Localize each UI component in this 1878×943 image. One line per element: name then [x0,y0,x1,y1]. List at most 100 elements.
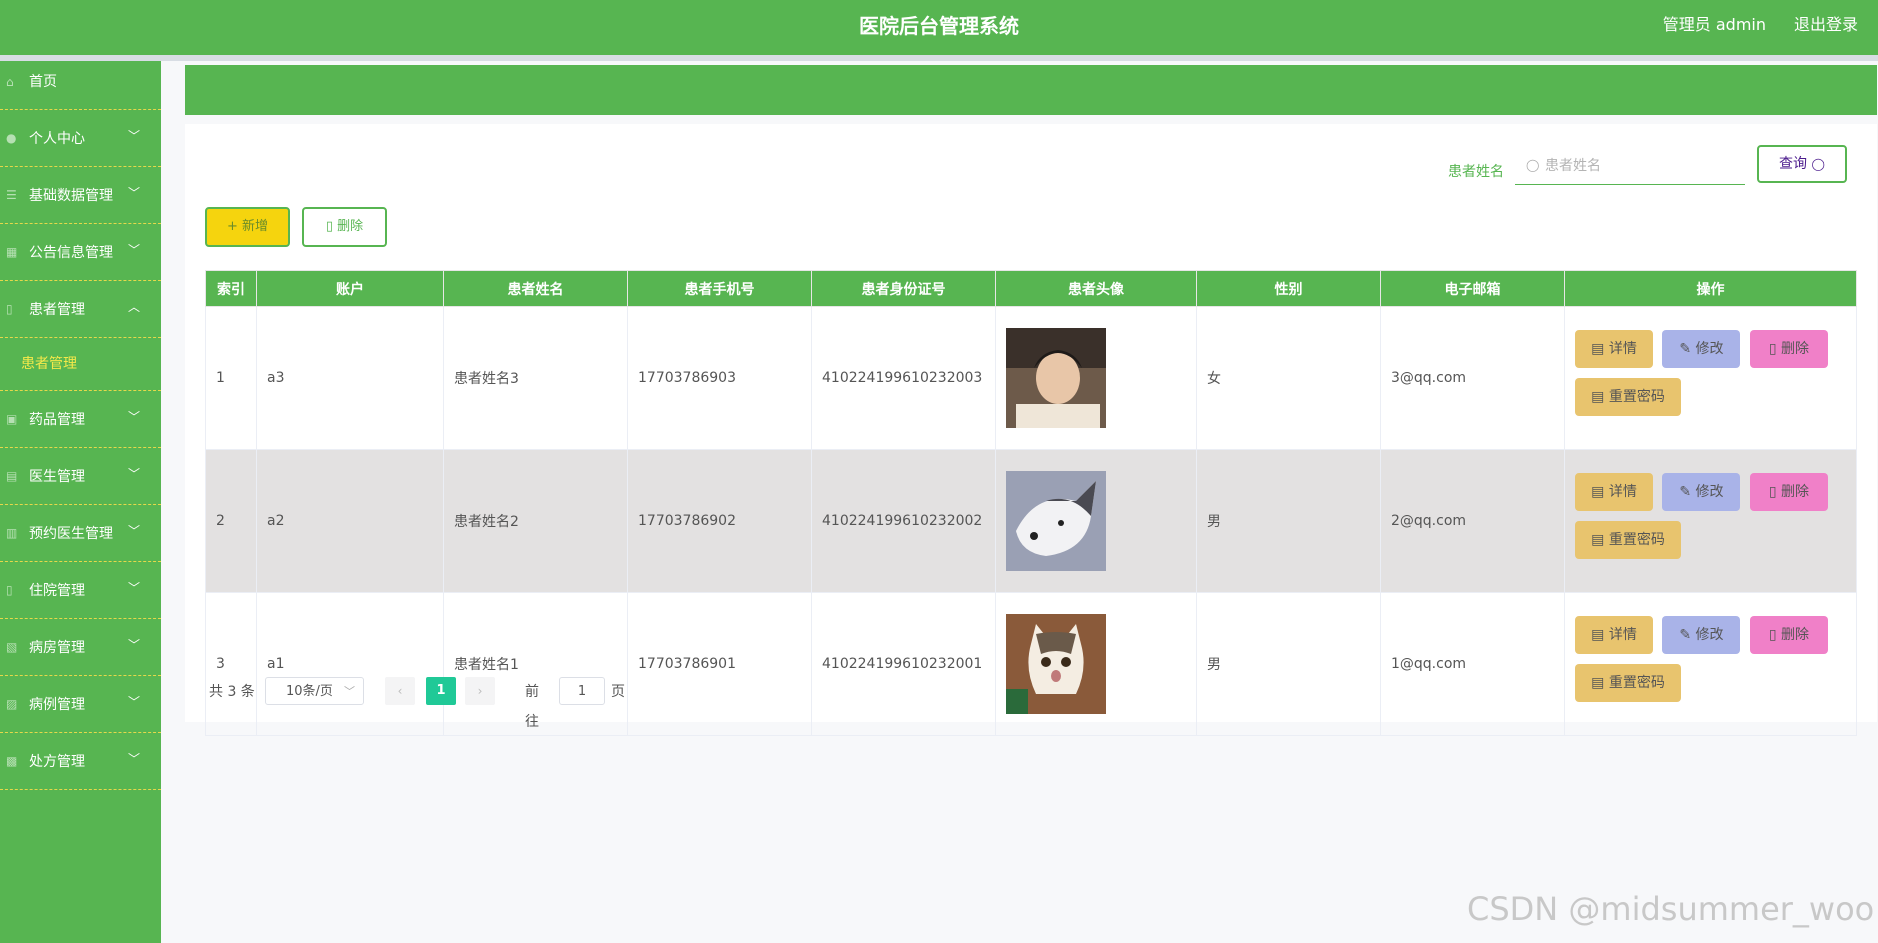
reset-password-button[interactable]: ▤ 重置密码 [1575,378,1681,416]
delete-label: 删除 [1780,341,1809,357]
column-header-phone: 患者手机号 [627,270,812,307]
reset-password-button[interactable]: ▤ 重置密码 [1575,521,1681,559]
medicine-icon: ▣ [6,412,18,426]
column-header-avatar: 患者头像 [995,270,1197,307]
current-page-button[interactable]: 1 [426,677,456,705]
sidebar-item-label: 公告信息管理 [29,245,113,261]
document-icon: ▤ [1591,675,1605,691]
goto-label: 前往 [525,684,539,730]
chevron-down-icon: ﹀ [344,685,355,698]
sidebar-item-hospitalization[interactable]: ▯ 住院管理 ﹀ [0,562,161,619]
chevron-down-icon: ﹀ [128,524,141,538]
cell-gender: 女 [1196,306,1381,450]
user-icon: ● [6,131,17,145]
sidebar-item-case[interactable]: ▨ 病例管理 ﹀ [0,676,161,733]
sidebar-item-notice[interactable]: ▦ 公告信息管理 ﹀ [0,224,161,281]
delete-label: 删除 [1780,484,1809,500]
sidebar-item-label: 首页 [29,74,57,90]
cell-email: 3@qq.com [1380,306,1565,450]
main-panel: 患者姓名 ◯ 查询 ◯ + 新增 ▯ 删除 索引 账户 患者姓名 患者手机号 患… [185,124,1877,736]
next-page-button[interactable]: › [465,677,495,705]
page-title: 医院后台管理系统 [859,14,1019,38]
delete-button[interactable]: ▯ 删除 [1749,473,1828,511]
cell-phone: 17703786902 [627,449,812,593]
sidebar-subitem-patient-management[interactable]: 患者管理 [0,338,161,391]
add-button[interactable]: + 新增 [205,207,290,247]
sidebar-item-ward[interactable]: ▧ 病房管理 ﹀ [0,619,161,676]
prescription-icon: ▩ [6,754,18,768]
column-header-account: 账户 [256,270,444,307]
delete-button[interactable]: ▯ 删除 [1749,330,1828,368]
edit-button[interactable]: ✎ 修改 [1662,473,1741,511]
detail-label: 详情 [1608,484,1637,500]
search-input[interactable] [1543,146,1742,186]
sidebar-item-label: 药品管理 [29,412,85,428]
table-row: 2 a2 患者姓名2 17703786902 41022419961023200… [205,449,1857,593]
reset-password-button[interactable]: ▤ 重置密码 [1575,664,1681,702]
column-header-email: 电子邮箱 [1380,270,1565,307]
cell-avatar [995,306,1197,450]
cell-gender: 男 [1196,592,1381,736]
sidebar: ⌂ 首页 ● 个人中心 ﹀ ☰ 基础数据管理 ﹀ ▦ 公告信息管理 ﹀ ▯ 患者… [0,61,161,943]
cell-name: 患者姓名3 [443,306,628,450]
cat-photo [1006,614,1106,714]
table-row: 3 a1 患者姓名1 17703786901 41022419961023200… [205,592,1857,736]
cell-ops: ▤ 详情 ✎ 修改 ▯ 删除 ▤ 重置密码 [1564,449,1857,593]
document-icon: ▤ [1591,341,1605,357]
detail-button[interactable]: ▤ 详情 [1575,473,1653,511]
sidebar-item-home[interactable]: ⌂ 首页 [0,61,161,110]
document-icon: ▤ [1591,532,1605,548]
page-size-select[interactable]: 10条/页 ﹀ [265,677,364,705]
edit-button[interactable]: ✎ 修改 [1662,616,1741,654]
sidebar-item-basic-data[interactable]: ☰ 基础数据管理 ﹀ [0,167,161,224]
sidebar-item-label: 住院管理 [29,583,85,599]
trash-icon: ▯ [325,219,333,234]
current-user: 管理员 admin [1662,15,1766,34]
cell-idcard: 410224199610232001 [811,592,996,736]
sidebar-item-personal-center[interactable]: ● 个人中心 ﹀ [0,110,161,167]
chevron-down-icon: ﹀ [128,243,141,257]
chevron-up-icon: ︿ [128,300,141,314]
chevron-down-icon: ﹀ [128,186,141,200]
calendar-icon: ▥ [6,526,18,540]
sidebar-item-label: 个人中心 [29,131,85,147]
pencil-icon: ✎ [1679,341,1692,357]
add-button-label: 新增 [242,219,269,234]
plus-icon: + [226,219,238,234]
logout-button[interactable]: 退出登录 [1794,0,1858,50]
chevron-down-icon: ﹀ [128,695,141,709]
batch-delete-button[interactable]: ▯ 删除 [302,207,387,247]
pagination-total: 共 3 条 [209,684,255,700]
query-button[interactable]: 查询 ◯ [1757,145,1847,183]
sidebar-item-appointment[interactable]: ▥ 预约医生管理 ﹀ [0,505,161,562]
sidebar-subitem-label: 患者管理 [21,356,77,372]
reset-label: 重置密码 [1608,389,1665,405]
sidebar-item-prescription[interactable]: ▩ 处方管理 ﹀ [0,733,161,790]
young-man-photo [1006,328,1106,428]
bed-icon: ▯ [6,583,13,597]
sidebar-item-patient[interactable]: ▯ 患者管理 ︿ [0,281,161,338]
sidebar-item-doctor[interactable]: ▤ 医生管理 ﹀ [0,448,161,505]
page-unit-label: 页 [611,684,625,700]
cell-email: 2@qq.com [1380,449,1565,593]
prev-page-button[interactable]: ‹ [385,677,415,705]
sidebar-item-label: 预约医生管理 [29,526,113,542]
doctor-icon: ▤ [6,469,18,483]
header-divider [0,55,1878,61]
column-header-index: 索引 [205,270,257,307]
edit-button[interactable]: ✎ 修改 [1662,330,1741,368]
sidebar-item-medicine[interactable]: ▣ 药品管理 ﹀ [0,391,161,448]
goto-page-input[interactable]: 1 [559,677,605,705]
content-banner [185,65,1877,115]
husky-dog-photo [1006,471,1106,571]
detail-button[interactable]: ▤ 详情 [1575,330,1653,368]
delete-button[interactable]: ▯ 删除 [1749,616,1828,654]
column-header-ops: 操作 [1564,270,1857,307]
detail-button[interactable]: ▤ 详情 [1575,616,1653,654]
search-icon: ◯ [1811,157,1825,171]
cell-ops: ▤ 详情 ✎ 修改 ▯ 删除 ▤ 重置密码 [1564,306,1857,450]
cell-avatar [995,449,1197,593]
reset-label: 重置密码 [1608,675,1665,691]
cell-idcard: 410224199610232002 [811,449,996,593]
table-header-row: 索引 账户 患者姓名 患者手机号 患者身份证号 患者头像 性别 电子邮箱 操作 [205,270,1857,307]
